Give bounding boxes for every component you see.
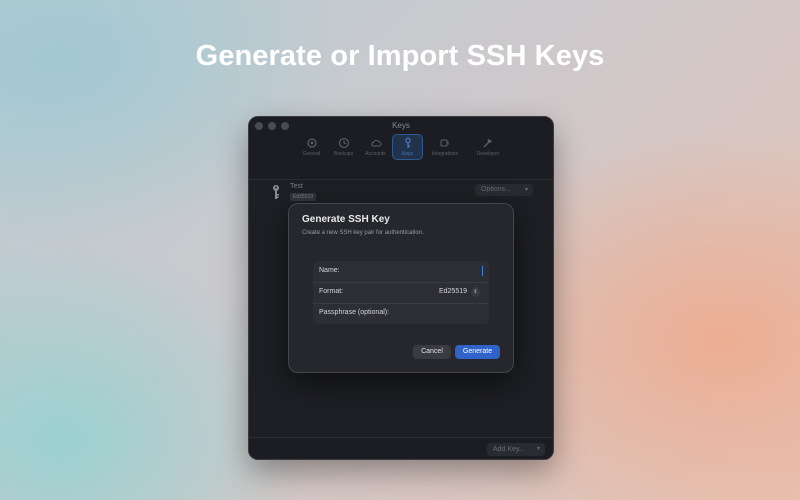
passphrase-row[interactable]: Passphrase (optional):: [313, 303, 489, 324]
window-footer: Add Key... ▾: [249, 437, 553, 459]
passphrase-label: Passphrase (optional):: [319, 309, 390, 316]
dialog-subtitle: Create a new SSH key pair for authentica…: [302, 230, 424, 236]
tab-developer[interactable]: Developer: [468, 135, 508, 159]
add-key-label: Add Key...: [493, 446, 525, 453]
generate-button[interactable]: Generate: [455, 345, 500, 359]
cancel-button[interactable]: Cancel: [413, 345, 451, 359]
tab-keys[interactable]: Keys: [392, 134, 423, 160]
key-name: Test: [290, 183, 303, 190]
tab-integrations-label: Integrations: [431, 151, 459, 157]
chevron-up-down-icon[interactable]: ⇕: [471, 287, 480, 297]
preferences-toolbar: General Backups Accounts Keys Integratio…: [297, 134, 508, 160]
gear-icon: [306, 138, 317, 148]
key-form: Name: Format: Ed25519 ⇕ Passphrase (opti…: [313, 261, 489, 324]
chevron-down-icon: ▾: [524, 187, 528, 193]
name-row[interactable]: Name:: [313, 261, 489, 283]
window-title: Keys: [392, 121, 410, 130]
format-row[interactable]: Format: Ed25519 ⇕: [313, 282, 489, 304]
key-icon: [273, 185, 279, 199]
tab-keys-label: Keys: [401, 151, 414, 157]
add-key-button[interactable]: Add Key... ▾: [487, 443, 545, 456]
plug-icon: [440, 139, 449, 147]
dialog-title: Generate SSH Key: [302, 214, 390, 225]
headline: Generate or Import SSH Keys: [195, 40, 605, 72]
cloud-icon: [370, 139, 381, 147]
tab-accounts-label: Accounts: [365, 151, 386, 157]
tab-accounts[interactable]: Accounts: [361, 135, 390, 159]
tab-general-label: General: [302, 151, 321, 157]
tab-general[interactable]: General: [297, 135, 326, 159]
tab-backups-label: Backups: [333, 151, 354, 157]
format-select[interactable]: Ed25519: [439, 288, 467, 295]
hammer-icon: [483, 139, 492, 148]
chevron-down-icon: ▾: [536, 446, 540, 452]
tab-integrations[interactable]: Integrations: [425, 135, 465, 159]
format-label: Format:: [319, 288, 344, 295]
text-cursor: [482, 266, 483, 276]
tab-developer-label: Developer: [476, 151, 500, 157]
key-format-badge: Ed25519: [290, 193, 317, 201]
key-icon: [404, 137, 411, 148]
tab-backups[interactable]: Backups: [329, 135, 358, 159]
options-label: Options...: [481, 186, 511, 193]
clock-icon: [338, 137, 349, 149]
generate-ssh-key-dialog: Generate SSH Key Create a new SSH key pa…: [288, 203, 514, 373]
name-label: Name:: [319, 267, 340, 274]
options-button[interactable]: Options... ▾: [475, 184, 533, 196]
window-titlebar: Keys General Backups Accounts Keys Integ…: [249, 117, 553, 180]
